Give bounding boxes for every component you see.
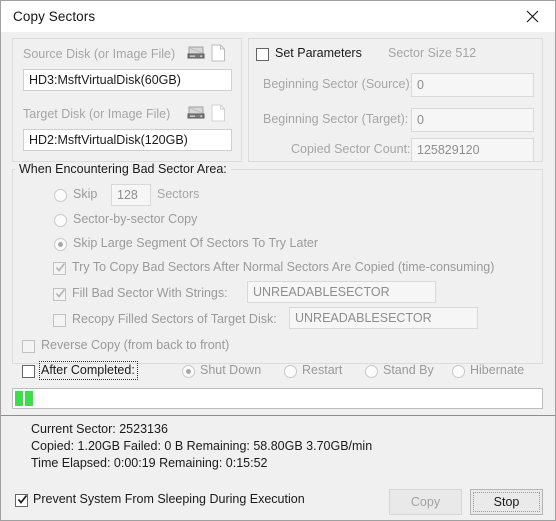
stop-button[interactable]: Stop: [470, 489, 543, 515]
target-disk-label: Target Disk (or Image File): [23, 107, 171, 121]
radio-shut-down[interactable]: [182, 365, 195, 378]
after-completed-checkbox[interactable]: [22, 365, 35, 378]
dialog-footer: Prevent System From Sleeping During Exec…: [1, 480, 555, 520]
copy-progress-bar: [12, 388, 543, 409]
status-divider: [1, 415, 555, 416]
radio-stand-by-label: Stand By: [383, 363, 434, 377]
try-copy-bad-sectors-checkbox[interactable]: [53, 262, 66, 275]
radio-skip-label: Skip: [73, 187, 98, 201]
beginning-sector-source-label: Beginning Sector (Source):: [263, 77, 414, 91]
close-icon[interactable]: [510, 1, 555, 32]
radio-hibernate[interactable]: [452, 365, 465, 378]
recopy-filled-sectors-label: Recopy Filled Sectors of Target Disk:: [72, 312, 277, 326]
sector-size-label: Sector Size 512: [388, 46, 477, 60]
copied-sector-count-input[interactable]: 125829120: [411, 138, 534, 162]
source-disk-input[interactable]: HD3:MsftVirtualDisk(60GB): [23, 69, 232, 91]
radio-restart-label: Restart: [302, 363, 343, 377]
set-parameters-label: Set Parameters: [275, 46, 362, 60]
beginning-sector-source-input[interactable]: 0: [411, 73, 534, 97]
skip-sectors-input[interactable]: 128: [111, 184, 151, 206]
beginning-sector-target-input[interactable]: 0: [411, 108, 534, 132]
copy-sectors-dialog: Copy Sectors Source Disk (or Image File): [0, 0, 556, 521]
radio-skip-large-segment-label: Skip Large Segment Of Sectors To Try Lat…: [73, 236, 319, 250]
recopy-filled-sectors-input[interactable]: UNREADABLESECTOR: [289, 307, 478, 329]
try-copy-bad-sectors-label: Try To Copy Bad Sectors After Normal Sec…: [72, 260, 495, 274]
bad-sector-group-legend: When Encountering Bad Sector Area:: [15, 162, 231, 176]
status-copy-totals: Copied: 1.20GB Failed: 0 B Remaining: 58…: [31, 439, 373, 453]
radio-sector-by-sector[interactable]: [54, 214, 67, 227]
fill-bad-sector-checkbox[interactable]: [53, 288, 66, 301]
radio-hibernate-label: Hibernate: [470, 363, 525, 377]
dialog-body: Source Disk (or Image File) HD3:MsftVirt…: [1, 32, 555, 479]
set-parameters-checkbox[interactable]: [256, 48, 269, 61]
title-bar: Copy Sectors: [1, 1, 555, 32]
progress-chunk: [25, 391, 33, 406]
progress-chunk: [15, 391, 23, 406]
after-completed-focus-outline: [39, 361, 138, 380]
copy-button[interactable]: Copy: [389, 489, 462, 515]
copied-sector-count-label: Copied Sector Count:: [291, 142, 411, 156]
prevent-sleep-label: Prevent System From Sleeping During Exec…: [33, 492, 305, 506]
status-time: Time Elapsed: 0:00:19 Remaining: 0:15:52: [31, 456, 268, 470]
beginning-sector-target-label: Beginning Sector (Target):: [263, 112, 409, 126]
radio-sector-by-sector-label: Sector-by-sector Copy: [73, 212, 198, 226]
window-title: Copy Sectors: [13, 9, 96, 24]
radio-restart[interactable]: [284, 365, 297, 378]
source-disk-label: Source Disk (or Image File): [23, 47, 176, 61]
radio-skip[interactable]: [54, 189, 67, 202]
target-disk-input[interactable]: HD2:MsftVirtualDisk(120GB): [23, 129, 232, 151]
reverse-copy-checkbox[interactable]: [22, 340, 35, 353]
radio-skip-large-segment[interactable]: [54, 238, 67, 251]
fill-bad-sector-input[interactable]: UNREADABLESECTOR: [247, 281, 436, 303]
radio-shut-down-label: Shut Down: [200, 363, 262, 377]
status-current-sector: Current Sector: 2523136: [31, 422, 168, 436]
source-hard-disk-icon[interactable]: [187, 45, 205, 64]
reverse-copy-label: Reverse Copy (from back to front): [41, 338, 230, 352]
fill-bad-sector-label: Fill Bad Sector With Strings:: [72, 286, 228, 300]
source-file-icon[interactable]: [211, 44, 226, 65]
target-file-icon[interactable]: [211, 104, 226, 125]
recopy-filled-sectors-checkbox[interactable]: [53, 314, 66, 327]
target-hard-disk-icon[interactable]: [187, 105, 205, 124]
skip-sectors-units-label: Sectors: [157, 187, 200, 201]
radio-stand-by[interactable]: [365, 365, 378, 378]
prevent-sleep-checkbox[interactable]: [15, 494, 28, 507]
